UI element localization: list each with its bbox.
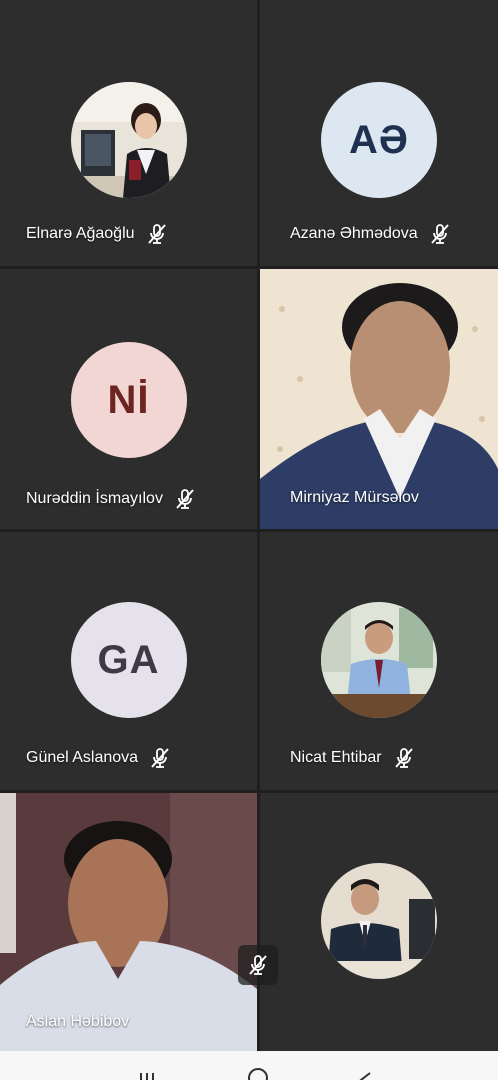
avatar-photo-icon (70, 82, 187, 198)
mic-off-icon (394, 748, 413, 768)
mic-off-icon (147, 224, 166, 244)
mic-off-icon (249, 955, 267, 975)
mute-indicator (238, 945, 278, 985)
avatar-initials: Nİ (107, 377, 150, 422)
participant-tile-gunel[interactable]: GA Günel Aslanova (0, 532, 257, 790)
participant-tile-elnare[interactable]: Elnarə Ağaoğlu (0, 0, 257, 266)
avatar-photo-icon (321, 863, 437, 979)
mic-off-icon (430, 224, 449, 244)
participant-name: Elnarə Ağaoğlu (26, 225, 135, 242)
mic-off-icon (176, 489, 194, 509)
avatar (70, 82, 187, 198)
participant-name: Aslan Həbibov (26, 1013, 130, 1030)
participant-name-row: Nurəddin İsmayılov (26, 487, 197, 511)
participant-name: Azanə Əhmədova (290, 225, 418, 242)
recent-apps-icon[interactable] (138, 1070, 158, 1080)
participant-tile-azane[interactable]: AƏ Azanə Əhmədova (260, 0, 498, 266)
avatar (321, 602, 437, 718)
avatar-initials: AƏ (349, 117, 409, 162)
avatar (321, 863, 437, 979)
participant-name-row: Günel Aslanova (26, 746, 172, 770)
avatar: AƏ (321, 82, 437, 198)
participant-tile-aslan[interactable]: Aslan Həbibov (0, 793, 257, 1051)
participant-name-row: Aslan Həbibov (26, 1013, 129, 1031)
avatar-initials: GA (97, 637, 160, 682)
participant-name-row: Nicat Ehtibar (290, 746, 416, 770)
participant-name: Günel Aslanova (26, 749, 139, 766)
system-nav-bar (0, 1051, 498, 1080)
home-icon[interactable] (246, 1066, 270, 1080)
mic-off-icon (151, 748, 169, 768)
avatar-photo-icon (321, 602, 437, 718)
participant-name: Nicat Ehtibar (290, 749, 382, 766)
participant-name-row: Elnarə Ağaoğlu (26, 222, 169, 246)
participant-name: Mirniyaz Mürsəlov (290, 489, 419, 506)
meeting-gallery-screen: Elnarə Ağaoğlu AƏ Azanə Əhmədova Nİ Nurə… (0, 0, 498, 1080)
participant-tile-nicat[interactable]: Nicat Ehtibar (260, 532, 498, 790)
participant-tile-nureddin[interactable]: Nİ Nurəddin İsmayılov (0, 269, 257, 529)
participant-tile-mirniyaz[interactable]: Mirniyaz Mürsəlov (260, 269, 498, 529)
back-icon[interactable] (356, 1070, 376, 1080)
avatar: GA (70, 602, 187, 718)
participant-tile-unnamed[interactable] (260, 793, 498, 1051)
participant-name-row: Azanə Əhmədova (290, 222, 452, 246)
participant-name: Nurəddin İsmayılov (26, 490, 163, 507)
avatar: Nİ (70, 342, 187, 458)
participant-name-row: Mirniyaz Mürsəlov (290, 489, 419, 507)
